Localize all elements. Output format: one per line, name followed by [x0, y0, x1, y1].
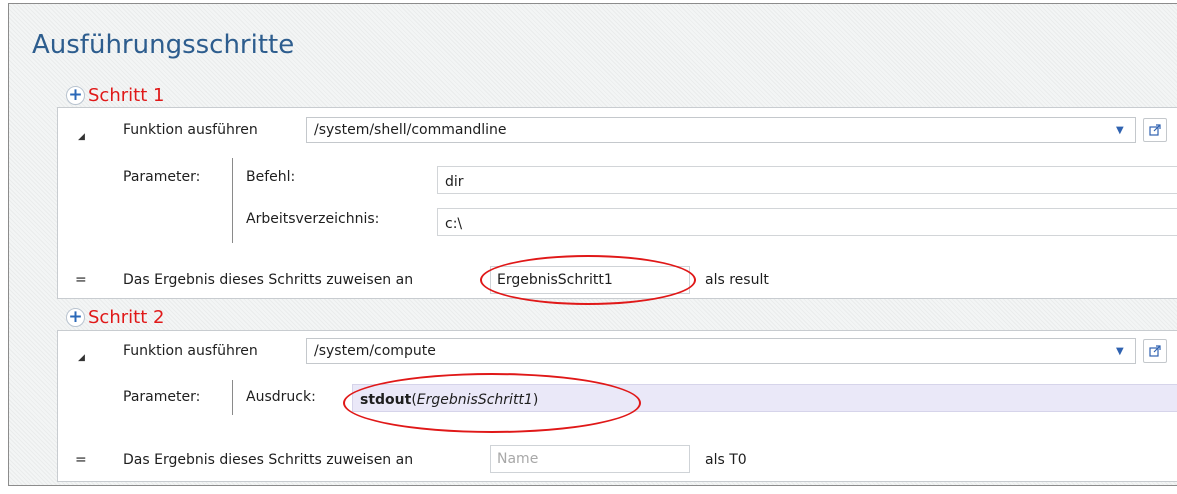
- param-ausdruck-field[interactable]: stdout(ErgebnisSchritt1): [352, 384, 1177, 412]
- params-divider: [232, 380, 233, 415]
- params-divider: [232, 158, 233, 243]
- chevron-down-icon[interactable]: ▼: [1116, 346, 1124, 357]
- result-variable-value: ErgebnisSchritt1: [497, 272, 613, 288]
- equals-sign: =: [75, 272, 87, 288]
- expression-argument: ErgebnisSchritt1: [416, 392, 533, 408]
- as-result-label: als result: [705, 272, 769, 288]
- function-select[interactable]: /system/shell/commandline: [306, 117, 1136, 143]
- function-label: Funktion ausführen: [123, 122, 258, 138]
- page-title: Ausführungsschritte: [32, 30, 295, 60]
- parameters-label: Parameter:: [123, 389, 201, 405]
- open-external-icon[interactable]: [1143, 339, 1167, 363]
- step-2-label: Schritt 2: [88, 306, 165, 328]
- param-arbeitsverzeichnis-label: Arbeitsverzeichnis:: [246, 211, 380, 227]
- result-variable-input[interactable]: Name: [490, 445, 690, 473]
- param-befehl-label: Befehl:: [246, 169, 296, 185]
- step-1-label: Schritt 1: [88, 84, 165, 106]
- parameters-label: Parameter:: [123, 169, 201, 185]
- assign-result-label: Das Ergebnis dieses Schritts zuweisen an: [123, 452, 414, 468]
- step-2-header: + Schritt 2: [66, 306, 164, 328]
- param-befehl-field[interactable]: dir: [437, 166, 1177, 194]
- collapse-step-1-icon[interactable]: ◢: [78, 132, 85, 142]
- expression-function: stdout: [360, 392, 412, 408]
- function-label: Funktion ausführen: [123, 343, 258, 359]
- expression-paren-close: ): [532, 392, 539, 408]
- param-ausdruck-label: Ausdruck:: [246, 389, 316, 405]
- add-step-2-icon[interactable]: +: [66, 307, 85, 327]
- function-select-value: /system/shell/commandline: [314, 122, 507, 138]
- result-variable-input[interactable]: ErgebnisSchritt1: [490, 266, 690, 294]
- collapse-step-2-icon[interactable]: ◢: [78, 353, 85, 363]
- step-1-header: + Schritt 1: [66, 84, 164, 106]
- add-step-1-icon[interactable]: +: [66, 85, 85, 105]
- param-arbeitsverzeichnis-field[interactable]: c:\: [437, 208, 1177, 236]
- param-arbeitsverzeichnis-value: c:\: [445, 216, 463, 232]
- function-select-value: /system/compute: [314, 343, 436, 359]
- result-variable-placeholder: Name: [497, 451, 539, 467]
- param-befehl-value: dir: [445, 174, 464, 190]
- equals-sign: =: [75, 452, 87, 468]
- assign-result-label: Das Ergebnis dieses Schritts zuweisen an: [123, 272, 414, 288]
- as-t0-label: als T0: [705, 452, 747, 468]
- function-select[interactable]: /system/compute: [306, 338, 1136, 364]
- open-external-icon[interactable]: [1143, 118, 1167, 142]
- chevron-down-icon[interactable]: ▼: [1116, 125, 1124, 136]
